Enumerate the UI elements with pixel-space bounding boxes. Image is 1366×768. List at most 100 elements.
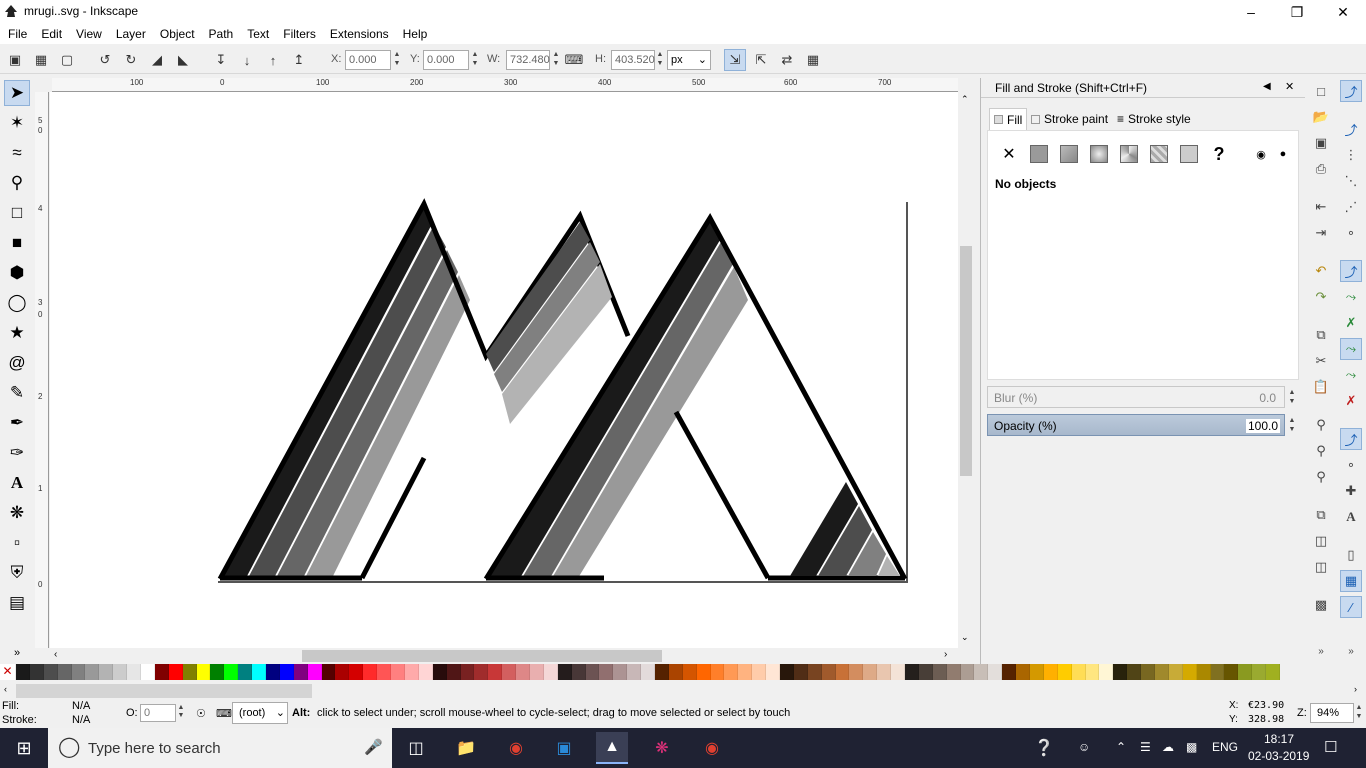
spray-tool-icon[interactable]: ❋: [4, 500, 30, 526]
palette-scrollbar[interactable]: [16, 684, 312, 698]
color-swatch[interactable]: [127, 664, 142, 680]
open-file-icon[interactable]: 📂: [1310, 106, 1332, 128]
color-swatch[interactable]: [391, 664, 405, 680]
color-swatch[interactable]: [1030, 664, 1044, 680]
slack-icon[interactable]: ❋: [646, 732, 678, 764]
duplicate-icon[interactable]: ⧉: [1310, 504, 1332, 526]
color-swatch[interactable]: [877, 664, 892, 680]
color-swatch[interactable]: [168, 664, 183, 680]
color-swatch[interactable]: [502, 664, 517, 680]
notifications-icon[interactable]: ☐: [1324, 738, 1337, 756]
color-swatch[interactable]: [224, 664, 239, 680]
snap-rotation-centers-icon[interactable]: ✚: [1340, 480, 1362, 502]
color-swatch[interactable]: [238, 664, 253, 680]
save-icon[interactable]: ▣: [1310, 132, 1332, 154]
node-tool-icon[interactable]: ✶: [4, 110, 30, 136]
taskbar-search-box[interactable]: ◯ Type here to search 🎤: [48, 728, 392, 768]
color-swatch[interactable]: [279, 664, 294, 680]
snap-toggle-icon[interactable]: ⤴: [1340, 80, 1362, 102]
print-icon[interactable]: ⎙: [1310, 158, 1332, 180]
color-swatch[interactable]: [988, 664, 1003, 680]
color-swatch[interactable]: [1099, 664, 1114, 680]
raise-to-top-icon[interactable]: ↥: [288, 49, 310, 71]
unlink-clone-icon[interactable]: ◫: [1310, 556, 1332, 578]
zoom-selection-icon[interactable]: ⚲: [1310, 414, 1332, 436]
color-swatch[interactable]: [307, 664, 322, 680]
snap-others-icon[interactable]: ⤴: [1340, 428, 1362, 450]
color-swatch[interactable]: [446, 664, 461, 680]
copy-icon[interactable]: ⧉: [1310, 324, 1332, 346]
color-swatch[interactable]: [432, 664, 447, 680]
raise-icon[interactable]: ↑: [262, 49, 284, 71]
color-swatch[interactable]: [905, 664, 919, 680]
h-input[interactable]: 403.520: [611, 50, 655, 70]
menu-filters[interactable]: Filters: [275, 24, 322, 44]
opacity-status-stepper[interactable]: ▲ ▼: [176, 704, 186, 722]
color-swatch[interactable]: [752, 664, 767, 680]
color-swatch[interactable]: [724, 664, 739, 680]
rectangle-tool-icon[interactable]: ■: [4, 230, 30, 256]
h-stepper[interactable]: ▲ ▼: [655, 50, 665, 70]
color-swatch[interactable]: [1224, 664, 1239, 680]
color-swatch[interactable]: [1168, 664, 1183, 680]
chrome-icon[interactable]: ◉: [500, 732, 532, 764]
snap-bbox-corners-icon[interactable]: ⋱: [1340, 170, 1362, 192]
color-swatch[interactable]: [571, 664, 586, 680]
snap-line-midpoints-icon[interactable]: ✗: [1340, 390, 1362, 412]
task-view-icon[interactable]: ◫: [400, 732, 432, 764]
import-icon[interactable]: ⇤: [1310, 196, 1332, 218]
unit-select[interactable]: px ⌄: [667, 50, 711, 70]
color-swatch[interactable]: [1196, 664, 1211, 680]
linear-gradient-icon[interactable]: [1058, 143, 1080, 165]
color-swatch[interactable]: [516, 664, 530, 680]
snap-intersections-icon[interactable]: ✗: [1340, 312, 1362, 334]
color-swatch[interactable]: [696, 664, 711, 680]
color-swatch[interactable]: [182, 664, 197, 680]
tweak-tool-icon[interactable]: ≈: [4, 140, 30, 166]
rotate-ccw-icon[interactable]: ↺: [94, 49, 116, 71]
snap-bbox-icon[interactable]: ⤴: [1340, 118, 1362, 140]
tab-fill[interactable]: Fill: [989, 108, 1028, 130]
3d-box-tool-icon[interactable]: ⬢: [4, 260, 30, 286]
move-patterns-icon[interactable]: ▦: [802, 49, 824, 71]
color-swatch[interactable]: [974, 664, 989, 680]
layer-visibility-icon[interactable]: ☉: [196, 707, 206, 720]
flip-horizontal-icon[interactable]: ◢: [146, 49, 168, 71]
color-swatch[interactable]: [793, 664, 808, 680]
chrome-profile-icon[interactable]: ◉: [696, 732, 728, 764]
menu-view[interactable]: View: [68, 24, 108, 44]
scroll-left-icon[interactable]: ‹: [54, 649, 57, 660]
minimize-button[interactable]: –: [1228, 0, 1274, 24]
color-swatch[interactable]: [599, 664, 614, 680]
undo-icon[interactable]: ↶: [1310, 260, 1332, 282]
snap-paths-icon[interactable]: ⤳: [1340, 286, 1362, 308]
snap-page-border-icon[interactable]: ▯: [1340, 544, 1362, 566]
scale-corners-icon[interactable]: ⇱: [750, 49, 772, 71]
color-swatch[interactable]: [668, 664, 683, 680]
zoom-input[interactable]: 94%: [1310, 703, 1354, 723]
menu-path[interactable]: Path: [201, 24, 240, 44]
panel-close-icon[interactable]: ✕: [1285, 80, 1294, 93]
deselect-icon[interactable]: ▢: [56, 49, 78, 71]
layer-select[interactable]: (root) ⌄: [232, 702, 288, 724]
color-swatch[interactable]: [807, 664, 822, 680]
clone-icon[interactable]: ◫: [1310, 530, 1332, 552]
y-input[interactable]: 0.000: [423, 50, 469, 70]
inkscape-taskbar-icon[interactable]: ▲: [596, 732, 628, 764]
gradient-tool-icon[interactable]: ▤: [4, 590, 30, 616]
color-swatch[interactable]: [557, 664, 572, 680]
rotate-cw-icon[interactable]: ↻: [120, 49, 142, 71]
color-swatch[interactable]: [154, 664, 169, 680]
color-swatch[interactable]: [682, 664, 697, 680]
color-swatch[interactable]: [946, 664, 961, 680]
color-swatch[interactable]: [1252, 664, 1267, 680]
close-button[interactable]: ✕: [1320, 0, 1366, 24]
color-swatch[interactable]: [654, 664, 669, 680]
vertical-scroll-thumb[interactable]: [960, 246, 972, 476]
color-swatch[interactable]: [821, 664, 836, 680]
fill-indicator[interactable]: N/A: [72, 700, 90, 712]
vertical-scrollbar[interactable]: ⌃ ⌄: [958, 92, 974, 648]
clock-date[interactable]: 02-03-2019: [1248, 749, 1309, 763]
select-all-icon[interactable]: ▣: [4, 49, 26, 71]
color-swatch[interactable]: [1085, 664, 1100, 680]
